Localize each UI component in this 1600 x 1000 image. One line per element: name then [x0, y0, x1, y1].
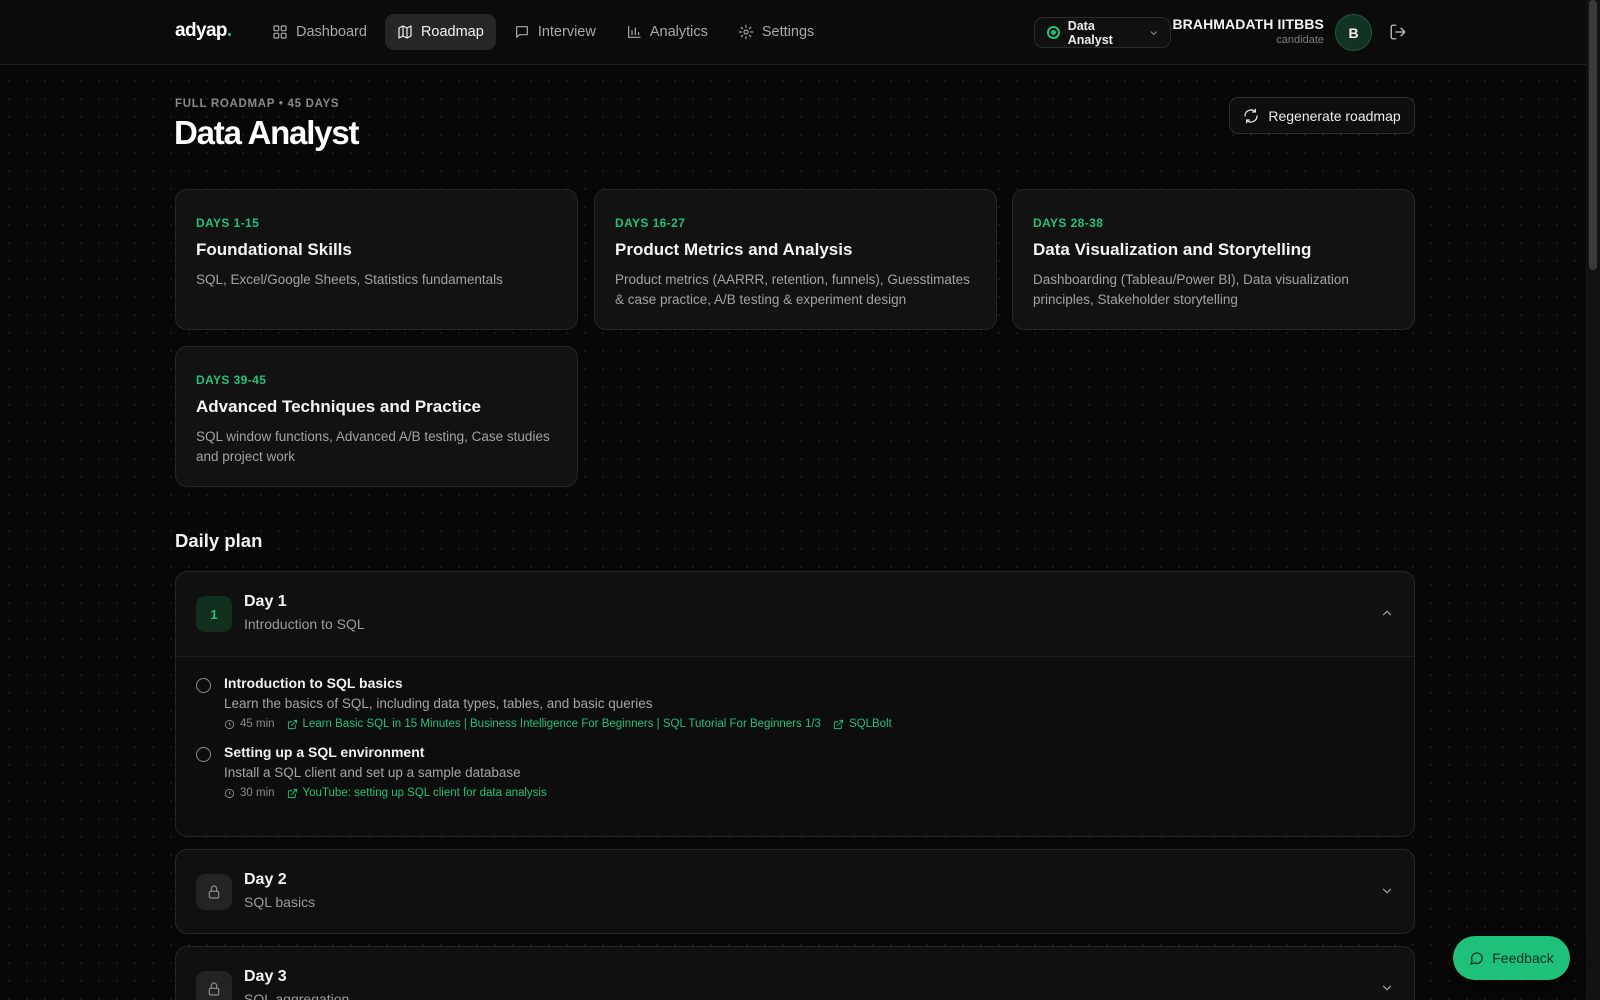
nav-label: Interview: [537, 24, 596, 40]
phase-description: SQL window functions, Advanced A/B testi…: [196, 429, 550, 464]
phase-description: Dashboarding (Tableau/Power BI), Data vi…: [1033, 272, 1349, 307]
app-logo[interactable]: adyap.: [175, 20, 232, 42]
phase-title: Advanced Techniques and Practice: [196, 397, 481, 416]
resource-link[interactable]: SQLBolt: [833, 718, 892, 730]
lock-badge: [196, 874, 232, 910]
lock-icon: [208, 885, 220, 899]
target-icon: [1047, 26, 1060, 39]
phase-title: Product Metrics and Analysis: [615, 240, 853, 259]
nav-analytics[interactable]: Analytics: [614, 14, 720, 50]
refresh-icon: [1244, 108, 1258, 123]
regenerate-roadmap-button[interactable]: Regenerate roadmap: [1229, 97, 1415, 134]
user-info: BRAHMADATH IITBBS candidate: [1172, 16, 1324, 46]
nav-dashboard[interactable]: Dashboard: [260, 14, 379, 50]
lock-badge: [196, 971, 232, 1000]
task-description: Install a SQL client and set up a sample…: [224, 765, 521, 780]
phase-title: Data Visualization and Storytelling: [1033, 240, 1312, 259]
page-title: Data Analyst: [174, 114, 359, 151]
regenerate-label: Regenerate roadmap: [1268, 107, 1401, 124]
day-tasks: Introduction to SQL basics Learn the bas…: [176, 656, 1414, 835]
phase-description: Product metrics (AARRR, retention, funne…: [615, 272, 970, 307]
feedback-button[interactable]: Feedback: [1453, 936, 1570, 980]
message-icon: [1470, 951, 1483, 965]
top-navbar: adyap. Dashboard Roadmap Interview Analy…: [0, 0, 1600, 65]
task-checkbox[interactable]: [196, 747, 211, 762]
day-title: Day 1: [244, 593, 287, 610]
task-meta: 30 min YouTube: setting up SQL client fo…: [224, 787, 1394, 799]
phase-days: DAYS 16-27: [615, 216, 686, 230]
nav-label: Settings: [761, 24, 815, 40]
day-card: 1 Day 1 Introduction to SQL Introduction…: [175, 571, 1415, 837]
day-subtitle: SQL basics: [244, 894, 316, 910]
phase-days: DAYS 39-45: [196, 373, 267, 387]
task-duration: 30 min: [224, 787, 275, 799]
nav-roadmap[interactable]: Roadmap: [384, 14, 496, 50]
nav-label: Roadmap: [420, 24, 484, 40]
task-checkbox[interactable]: [196, 678, 211, 693]
feedback-label: Feedback: [1492, 950, 1554, 966]
resource-link[interactable]: Learn Basic SQL in 15 Minutes | Business…: [287, 718, 821, 730]
external-link-icon: [287, 719, 297, 729]
nav-label: Dashboard: [296, 24, 367, 40]
day-subtitle: Introduction to SQL: [244, 616, 365, 632]
collapse-toggle[interactable]: [1380, 606, 1394, 620]
chevron-down-icon: [1150, 30, 1158, 35]
user-name: BRAHMADATH IITBBS: [1172, 16, 1324, 32]
user-role: candidate: [1276, 34, 1324, 46]
resource-link[interactable]: YouTube: setting up SQL client for data …: [287, 787, 547, 799]
day-number-badge: 1: [196, 596, 232, 632]
day-card: Day 3 SQL aggregation: [175, 946, 1415, 1000]
day-subtitle: SQL aggregation: [244, 991, 350, 1000]
role-selector-value: Data Analyst: [1067, 18, 1113, 47]
nav-interview[interactable]: Interview: [502, 14, 608, 50]
nav-settings[interactable]: Settings: [726, 14, 826, 50]
logout-button[interactable]: [1389, 23, 1407, 41]
clock-icon: [224, 788, 235, 798]
logout-icon: [1390, 24, 1406, 40]
task-duration: 45 min: [224, 718, 275, 730]
daily-plan-heading: Daily plan: [175, 530, 263, 551]
nav-label: Analytics: [649, 24, 708, 40]
day-header[interactable]: Day 3 SQL aggregation: [176, 947, 1414, 1000]
external-link-icon: [287, 788, 297, 798]
phase-card: DAYS 28-38 Data Visualization and Storyt…: [1012, 189, 1415, 330]
day-card: Day 2 SQL basics: [175, 849, 1415, 934]
chevron-down-icon: [1382, 985, 1392, 991]
task-item: Setting up a SQL environment Install a S…: [196, 744, 1394, 799]
page-scrollbar[interactable]: [1586, 0, 1600, 1000]
bar-chart-icon: [627, 26, 641, 38]
task-item: Introduction to SQL basics Learn the bas…: [196, 675, 1394, 730]
expand-toggle[interactable]: [1380, 884, 1394, 898]
task-meta: 45 min Learn Basic SQL in 15 Minutes | B…: [224, 718, 1394, 730]
chat-icon: [515, 26, 528, 38]
day-title: Day 3: [244, 968, 287, 985]
scrollbar-thumb[interactable]: [1589, 0, 1597, 270]
expand-toggle[interactable]: [1380, 981, 1394, 995]
phase-card: DAYS 39-45 Advanced Techniques and Pract…: [175, 346, 578, 487]
clock-icon: [224, 719, 235, 729]
map-icon: [398, 25, 412, 39]
chevron-down-icon: [1382, 888, 1392, 894]
phase-card: DAYS 16-27 Product Metrics and Analysis …: [594, 189, 997, 330]
avatar[interactable]: B: [1335, 14, 1372, 51]
day-title: Day 2: [244, 871, 287, 888]
day-header[interactable]: 1 Day 1 Introduction to SQL: [176, 572, 1414, 656]
task-description: Learn the basics of SQL, including data …: [224, 696, 653, 711]
phase-days: DAYS 28-38: [1033, 216, 1104, 230]
task-title: Setting up a SQL environment: [224, 744, 425, 760]
phase-card: DAYS 1-15 Foundational Skills SQL, Excel…: [175, 189, 578, 330]
phase-title: Foundational Skills: [196, 240, 352, 259]
role-selector[interactable]: Data Analyst: [1034, 17, 1171, 48]
external-link-icon: [833, 719, 844, 729]
day-header[interactable]: Day 2 SQL basics: [176, 850, 1414, 933]
chevron-up-icon: [1382, 610, 1392, 616]
phase-description: SQL, Excel/Google Sheets, Statistics fun…: [196, 272, 503, 287]
phase-days: DAYS 1-15: [196, 216, 260, 230]
grid-icon: [273, 25, 287, 39]
roadmap-eyebrow: FULL ROADMAP • 45 DAYS: [175, 98, 340, 110]
lock-icon: [208, 982, 220, 996]
main-nav: Dashboard Roadmap Interview Analytics Se…: [260, 14, 826, 50]
task-title: Introduction to SQL basics: [224, 675, 403, 691]
gear-icon: [738, 24, 754, 40]
